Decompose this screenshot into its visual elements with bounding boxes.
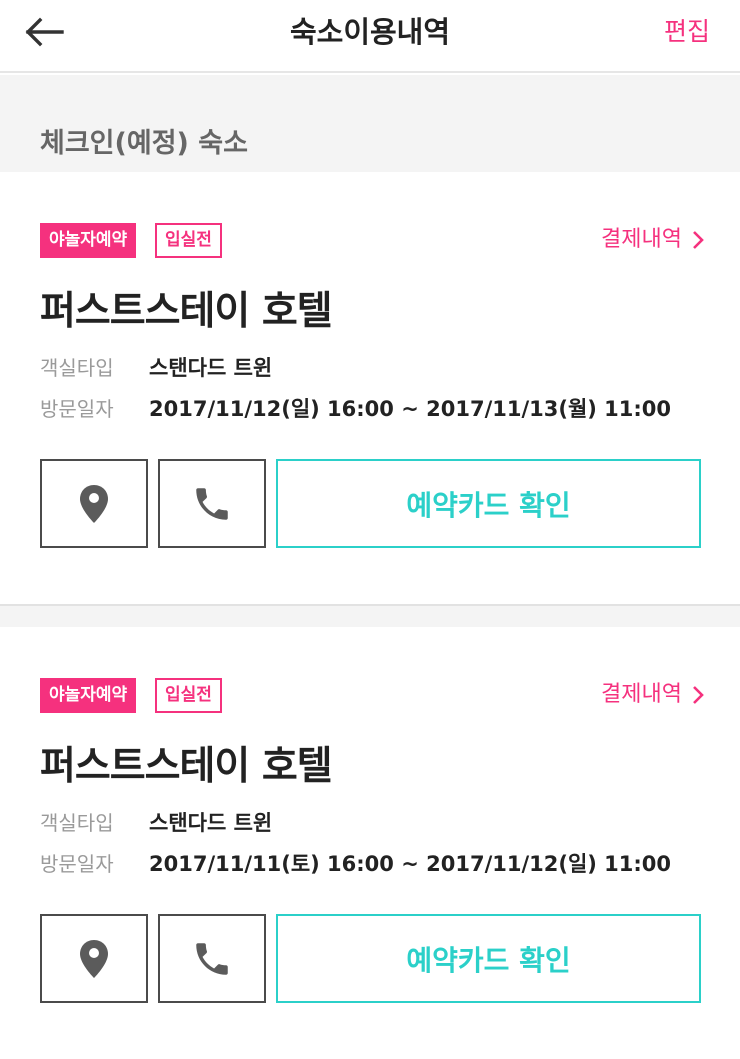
call-button[interactable] xyxy=(158,459,266,548)
reservation-card: 야놀자예약 입실전 결제내역 퍼스트스테이 호텔 객실타입 스탠다드 트윈 방문… xyxy=(0,172,740,604)
visit-date-label: 방문일자 xyxy=(40,852,114,876)
payment-history-label: 결제내역 xyxy=(601,682,682,707)
map-button[interactable] xyxy=(40,914,148,1003)
reservation-card-button[interactable]: 예약카드 확인 xyxy=(276,914,701,1003)
location-pin-icon xyxy=(80,939,108,978)
status-badge: 입실전 xyxy=(155,223,222,258)
location-pin-icon xyxy=(80,484,108,523)
room-type-value: 스탠다드 트윈 xyxy=(149,356,273,380)
section-title: 체크인(예정) 숙소 xyxy=(40,128,248,159)
room-type-value: 스탠다드 트윈 xyxy=(149,811,273,835)
payment-history-link[interactable]: 결제내역 xyxy=(601,679,704,711)
hotel-name: 퍼스트스테이 호텔 xyxy=(40,744,333,789)
reservation-card: 야놀자예약 입실전 결제내역 퍼스트스테이 호텔 객실타입 스탠다드 트윈 방문… xyxy=(0,627,740,1059)
room-type-label: 객실타입 xyxy=(40,356,114,380)
visit-date-label: 방문일자 xyxy=(40,397,114,421)
status-badge: 입실전 xyxy=(155,678,222,713)
section-header: 체크인(예정) 숙소 xyxy=(0,75,740,172)
payment-history-link[interactable]: 결제내역 xyxy=(601,224,704,256)
phone-icon xyxy=(196,942,228,975)
call-button[interactable] xyxy=(158,914,266,1003)
page-title: 숙소이용내역 xyxy=(289,15,451,49)
reservation-card-button[interactable]: 예약카드 확인 xyxy=(276,459,701,548)
chevron-right-icon xyxy=(693,686,704,704)
top-app-bar: 숙소이용내역 편집 xyxy=(0,0,740,73)
room-type-label: 객실타입 xyxy=(40,811,114,835)
payment-history-label: 결제내역 xyxy=(601,227,682,252)
visit-date-value: 2017/11/12(일) 16:00 ~ 2017/11/13(월) 11:0… xyxy=(149,397,672,421)
yanolja-reservation-badge: 야놀자예약 xyxy=(40,678,137,713)
card-divider xyxy=(0,604,740,627)
map-button[interactable] xyxy=(40,459,148,548)
visit-date-value: 2017/11/11(토) 16:00 ~ 2017/11/12(일) 11:0… xyxy=(149,852,672,876)
phone-icon xyxy=(196,487,228,520)
chevron-right-icon xyxy=(693,231,704,249)
yanolja-reservation-badge: 야놀자예약 xyxy=(40,223,137,258)
hotel-name: 퍼스트스테이 호텔 xyxy=(40,289,333,334)
edit-button[interactable]: 편집 xyxy=(664,0,710,64)
